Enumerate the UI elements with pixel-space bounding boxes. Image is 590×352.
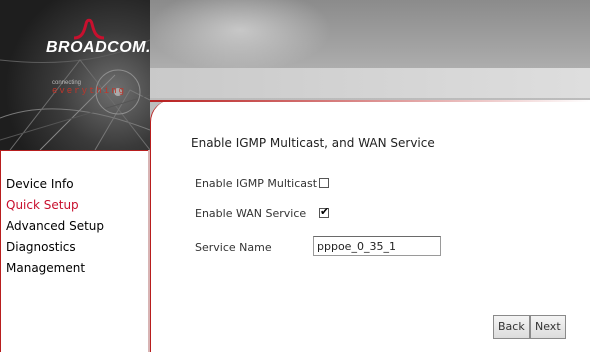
wan-service-label: Enable WAN Service xyxy=(195,207,307,220)
menu-divider xyxy=(148,150,150,352)
menu-item-quick-setup[interactable]: Quick Setup xyxy=(6,195,104,216)
igmp-checkbox[interactable] xyxy=(319,178,329,188)
igmp-label: Enable IGMP Multicast xyxy=(195,177,318,190)
menu-item-management[interactable]: Management xyxy=(6,258,104,279)
brand-logo-text: BROADCOM. xyxy=(46,39,151,56)
broadcom-logo-icon xyxy=(74,18,104,40)
service-name-label: Service Name xyxy=(195,241,272,254)
service-name-input[interactable] xyxy=(313,236,441,256)
content-card-edge xyxy=(150,100,590,102)
wan-service-checkbox[interactable]: ✔ xyxy=(319,205,330,218)
banner-band xyxy=(150,68,590,98)
checkmark-icon: ✔ xyxy=(320,205,330,218)
brand-tagline: everything xyxy=(52,86,127,96)
side-menu: Device Info Quick Setup Advanced Setup D… xyxy=(6,174,104,279)
menu-item-advanced-setup[interactable]: Advanced Setup xyxy=(6,216,104,237)
menu-item-diagnostics[interactable]: Diagnostics xyxy=(6,237,104,258)
page-title: Enable IGMP Multicast, and WAN Service xyxy=(191,136,435,150)
left-divider xyxy=(0,150,150,151)
next-button[interactable]: Next xyxy=(530,315,566,339)
back-button[interactable]: Back xyxy=(493,315,530,339)
left-border xyxy=(0,150,1,352)
router-admin-page: BROADCOM. connecting everything Device I… xyxy=(0,0,590,352)
menu-item-device-info[interactable]: Device Info xyxy=(6,174,104,195)
